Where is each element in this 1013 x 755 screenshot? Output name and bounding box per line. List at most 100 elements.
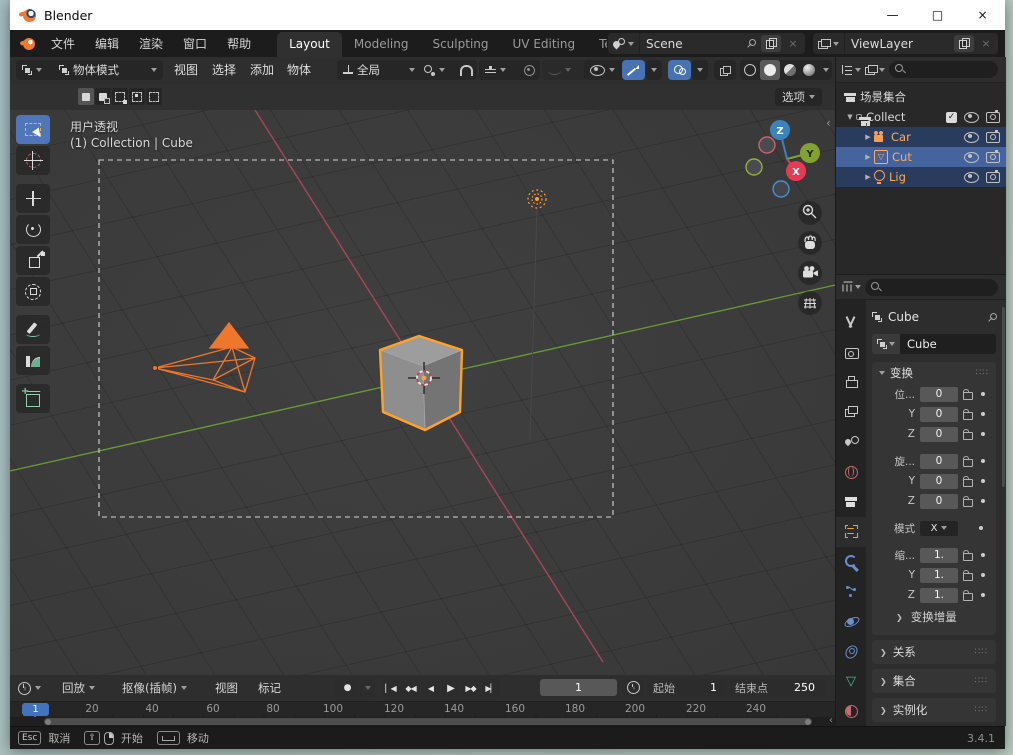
- viewlayer-remove-button[interactable]: ×: [976, 35, 996, 52]
- select-mode-extend-button[interactable]: [95, 88, 111, 105]
- blender-menu-icon[interactable]: [20, 37, 35, 50]
- gizmos-toggle[interactable]: [622, 60, 645, 80]
- options-dropdown[interactable]: 选项: [775, 88, 822, 106]
- tool-measure[interactable]: [16, 346, 50, 375]
- panel-grip-icon[interactable]: ∷∷: [975, 647, 988, 657]
- current-frame-field[interactable]: 1: [540, 679, 617, 696]
- tab-output-properties[interactable]: [836, 368, 866, 398]
- prev-keyframe-button[interactable]: ◆◀: [401, 679, 420, 697]
- tab-object-properties[interactable]: [836, 517, 866, 547]
- lock-icon[interactable]: [963, 455, 973, 467]
- scene-browse-button[interactable]: [608, 33, 640, 54]
- rotation-z-field[interactable]: 0: [920, 493, 958, 509]
- zoom-button[interactable]: [798, 201, 822, 225]
- proportional-falloff-dropdown[interactable]: [542, 60, 588, 80]
- menu-view[interactable]: 视图: [170, 60, 202, 80]
- use-preview-range-toggle[interactable]: [622, 679, 644, 696]
- select-mode-intersect-button[interactable]: [146, 88, 162, 105]
- menu-render[interactable]: 渲染: [129, 34, 173, 54]
- shading-solid-button[interactable]: [759, 60, 780, 80]
- collection-checkbox[interactable]: ✓: [946, 111, 957, 123]
- tool-select-box[interactable]: [16, 115, 50, 144]
- transform-panel-header[interactable]: 变换 ∷∷: [872, 362, 996, 384]
- lock-icon[interactable]: [963, 589, 973, 601]
- tool-rotate[interactable]: [16, 215, 50, 244]
- select-mode-subtract-button[interactable]: [112, 88, 128, 105]
- scene-new-button[interactable]: [761, 35, 781, 52]
- tab-particle-properties[interactable]: [836, 577, 866, 607]
- animate-dot[interactable]: [981, 553, 985, 557]
- properties-search-input[interactable]: [865, 278, 998, 296]
- tab-uv-editing[interactable]: UV Editing: [501, 32, 588, 57]
- animate-dot[interactable]: [979, 526, 983, 530]
- tab-physics-properties[interactable]: [836, 607, 866, 637]
- scale-x-field[interactable]: 1.: [920, 547, 958, 563]
- camera-object[interactable]: [152, 321, 256, 393]
- transform-orientation-dropdown[interactable]: 全局: [337, 60, 421, 80]
- select-mode-invert-button[interactable]: [129, 88, 145, 105]
- render-visibility-icon[interactable]: [986, 169, 1000, 183]
- menu-file[interactable]: 文件: [41, 34, 85, 54]
- timeline-editor-type-button[interactable]: [18, 678, 41, 698]
- timeline-menu-view[interactable]: 视图: [215, 678, 238, 698]
- tab-view-layer-properties[interactable]: [836, 398, 866, 428]
- menu-edit[interactable]: 编辑: [85, 34, 129, 54]
- panel-grip-icon[interactable]: ∷∷: [975, 705, 988, 715]
- scene-unlink-button[interactable]: ×: [783, 35, 803, 52]
- shading-dropdown[interactable]: [819, 68, 832, 72]
- minimize-button[interactable]: —: [870, 0, 915, 30]
- tab-material-properties[interactable]: [836, 696, 866, 726]
- pin-icon[interactable]: [987, 312, 997, 322]
- outliner-row-collection[interactable]: ▼ Collect ✓: [836, 107, 1006, 127]
- rotation-x-field[interactable]: 0: [920, 453, 958, 469]
- animate-dot[interactable]: [981, 573, 985, 577]
- scene-name[interactable]: Scene: [640, 37, 740, 51]
- keying-dropdown[interactable]: 抠像(插帧): [122, 678, 187, 698]
- menu-help[interactable]: 帮助: [217, 34, 261, 54]
- tool-transform[interactable]: [16, 277, 50, 306]
- animate-dot[interactable]: [981, 479, 985, 483]
- xray-toggle[interactable]: [714, 60, 736, 80]
- location-y-field[interactable]: 0: [920, 406, 958, 422]
- caret-right-icon[interactable]: ▶: [862, 173, 874, 181]
- outliner-row-light[interactable]: ▶ Lig: [836, 167, 1006, 187]
- outliner-row-cube[interactable]: ▶ ▽ Cut: [836, 147, 1006, 167]
- animate-dot[interactable]: [981, 412, 985, 416]
- render-visibility-icon[interactable]: [986, 149, 1000, 163]
- tab-modifier-properties[interactable]: [836, 547, 866, 577]
- tab-tool-properties[interactable]: [836, 308, 866, 338]
- object-name-field[interactable]: Cube: [900, 334, 996, 354]
- proportional-editing-toggle[interactable]: [518, 60, 540, 80]
- current-frame-badge[interactable]: 1: [22, 703, 49, 716]
- lock-icon[interactable]: [963, 569, 973, 581]
- auto-keying-record-button[interactable]: ●: [335, 679, 359, 697]
- close-button[interactable]: ×: [960, 0, 1005, 30]
- lock-icon[interactable]: [963, 428, 973, 440]
- timeline-ruler[interactable]: 20 40 60 80 100 120 140 160 180 200 220 …: [10, 701, 835, 727]
- next-keyframe-button[interactable]: ▶◆: [461, 679, 480, 697]
- lock-icon[interactable]: [963, 408, 973, 420]
- delta-transform-header[interactable]: ❯ 变换增量: [872, 605, 996, 629]
- auto-keying-dropdown[interactable]: [360, 679, 375, 697]
- tab-render-properties[interactable]: [836, 338, 866, 368]
- jump-to-start-button[interactable]: ▏◀: [381, 679, 400, 697]
- tab-collection-properties[interactable]: [836, 487, 866, 517]
- tool-add-cube[interactable]: [16, 384, 50, 413]
- play-reverse-button[interactable]: ◀: [421, 679, 440, 697]
- animate-dot[interactable]: [981, 459, 985, 463]
- pin-icon[interactable]: [746, 39, 756, 48]
- shading-material-button[interactable]: [780, 60, 800, 80]
- editor-type-button[interactable]: [16, 60, 58, 80]
- menu-object[interactable]: 物体: [283, 60, 315, 80]
- tab-texture-paint[interactable]: Texture Paint: [587, 32, 607, 57]
- gizmo-neg-y-handle[interactable]: [745, 158, 763, 176]
- sidebar-collapse-arrow[interactable]: ‹: [826, 116, 831, 130]
- properties-editor-type-button[interactable]: [842, 282, 861, 292]
- light-object[interactable]: [527, 189, 547, 209]
- overlays-toggle[interactable]: [668, 60, 691, 80]
- menu-add[interactable]: 添加: [246, 60, 278, 80]
- scrollbar-handle[interactable]: [44, 718, 812, 725]
- lock-icon[interactable]: [963, 475, 973, 487]
- pivot-point-dropdown[interactable]: [418, 60, 460, 80]
- outliner-row-scene-collection[interactable]: 场景集合: [836, 87, 1006, 107]
